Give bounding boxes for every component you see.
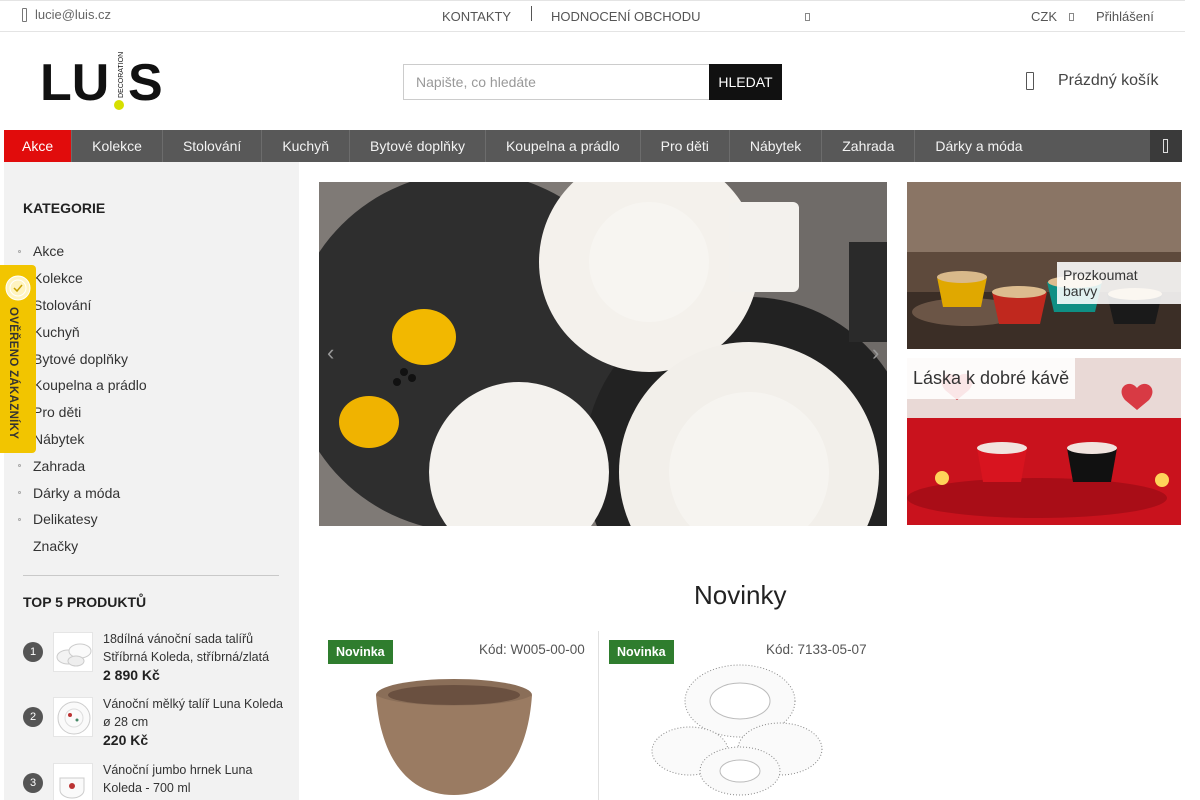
product-name[interactable]: Vánoční jumbo hrnek Luna Koleda - 700 ml: [103, 761, 283, 797]
verified-customers-badge[interactable]: OVĚŘENO ZÁKAZNÍKY: [0, 265, 36, 453]
currency-selector[interactable]: CZK: [1031, 9, 1057, 24]
badge-text: OVĚŘENO ZÁKAZNÍKY: [7, 307, 19, 440]
chevron-down-icon[interactable]: [1069, 13, 1074, 21]
hero-slider[interactable]: [319, 182, 887, 526]
main-nav: Akce Kolekce Stolování Kuchyň Bytové dop…: [4, 130, 1182, 162]
category-item[interactable]: Bytové doplňky: [18, 345, 147, 372]
top-products-title: TOP 5 PRODUKTŮ: [23, 594, 147, 610]
product-image[interactable]: [369, 677, 539, 800]
logo-text: LU: [40, 54, 109, 112]
product-thumbnail[interactable]: [53, 697, 93, 737]
logo-tagline: DECORATION: [118, 52, 125, 98]
nav-item-zahrada[interactable]: Zahrada: [822, 130, 916, 162]
rank-badge: 1: [23, 642, 43, 662]
product-thumbnail[interactable]: [53, 763, 93, 800]
product-card[interactable]: Novinka Kód: W005-00-00: [319, 631, 598, 800]
product-name[interactable]: Vánoční mělký talíř Luna Koleda ø 28 cm: [103, 695, 283, 731]
logo-letter: S: [128, 54, 163, 112]
nav-item-bytove-doplnky[interactable]: Bytové doplňky: [350, 130, 486, 162]
nav-more-button[interactable]: [1150, 130, 1182, 162]
nav-item-akce[interactable]: Akce: [4, 130, 73, 162]
hero-next-arrow[interactable]: ›: [872, 338, 882, 368]
sidebar: KATEGORIE Akce Kolekce Stolování Kuchyň …: [4, 162, 299, 800]
product-price: 220 Kč: [103, 732, 149, 748]
seal-icon: [5, 275, 31, 301]
product-thumbnail[interactable]: [53, 632, 93, 672]
product-name[interactable]: 18dílná vánoční sada talířů Stříbrná Kol…: [103, 630, 283, 666]
product-price: 2 890 Kč: [103, 667, 160, 683]
rank-badge: 2: [23, 707, 43, 727]
product-image[interactable]: [650, 651, 830, 800]
menu-icon: [1163, 139, 1168, 153]
search-bar: HLEDAT: [403, 64, 782, 100]
category-item[interactable]: Dárky a móda: [18, 479, 147, 506]
nav-item-kuchyn[interactable]: Kuchyň: [262, 130, 351, 162]
product-code: Kód: W005-00-00: [479, 642, 585, 657]
nav-item-stolovani[interactable]: Stolování: [163, 130, 263, 162]
cart[interactable]: Prázdný košík: [1026, 72, 1158, 90]
section-title-novinky: Novinky: [694, 580, 787, 610]
login-link[interactable]: Přihlášení: [1096, 9, 1154, 24]
product-card[interactable]: Novinka Kód: 7133-05-07: [600, 631, 879, 800]
category-item[interactable]: Kolekce: [18, 265, 147, 292]
nav-item-pro-deti[interactable]: Pro děti: [641, 130, 730, 162]
contact-email[interactable]: lucie@luis.cz: [22, 7, 111, 22]
hero-image: [319, 182, 887, 526]
nav-item-kolekce[interactable]: Kolekce: [72, 130, 163, 162]
site-logo[interactable]: LU DECORATION S: [40, 50, 164, 112]
nav-item-nabytek[interactable]: Nábytek: [730, 130, 823, 162]
cart-icon: [1026, 72, 1034, 90]
hero-prev-arrow[interactable]: ‹: [327, 338, 337, 368]
category-item[interactable]: Delikatesy: [18, 506, 147, 533]
top-product-item[interactable]: 2 Vánoční mělký talíř Luna Koleda ø 28 c…: [23, 695, 283, 755]
rank-badge: 3: [23, 773, 43, 793]
category-list: Akce Kolekce Stolování Kuchyň Bytové dop…: [18, 238, 147, 560]
category-item[interactable]: Stolování: [18, 292, 147, 319]
divider: [598, 631, 599, 800]
banner-coffee-love[interactable]: Láska k dobré kávě: [907, 358, 1181, 525]
link-contacts[interactable]: KONTAKTY: [442, 9, 511, 24]
nav-item-koupelna[interactable]: Koupelna a prádlo: [486, 130, 641, 162]
categories-title: KATEGORIE: [23, 200, 106, 216]
banner-coffee-label[interactable]: Láska k dobré kávě: [907, 358, 1076, 399]
category-item[interactable]: Koupelna a prádlo: [18, 372, 147, 399]
nav-item-darky[interactable]: Dárky a móda: [915, 130, 1042, 162]
category-item[interactable]: Kuchyň: [18, 318, 147, 345]
mail-icon: [22, 7, 27, 22]
divider: [531, 6, 532, 21]
banner-colors-label[interactable]: Prozkoumat barvy: [1057, 262, 1181, 304]
category-item[interactable]: Nábytek: [18, 426, 147, 453]
top-product-item[interactable]: 1 18dílná vánoční sada talířů Stříbrná K…: [23, 630, 279, 690]
search-input[interactable]: [403, 64, 709, 100]
banner-colors[interactable]: Prozkoumat barvy: [907, 182, 1181, 349]
category-item[interactable]: Akce: [18, 238, 147, 265]
category-item[interactable]: Značky: [18, 533, 147, 560]
logo-dot: [114, 100, 124, 110]
category-item[interactable]: Pro děti: [18, 399, 147, 426]
email-text[interactable]: lucie@luis.cz: [35, 7, 111, 22]
category-item[interactable]: Zahrada: [18, 452, 147, 479]
cart-label[interactable]: Prázdný košík: [1058, 72, 1158, 90]
top-product-item[interactable]: 3 Vánoční jumbo hrnek Luna Koleda - 700 …: [23, 761, 279, 800]
language-icon[interactable]: [805, 13, 810, 21]
link-shop-reviews[interactable]: HODNOCENÍ OBCHODU: [551, 9, 701, 24]
new-badge: Novinka: [328, 640, 393, 664]
divider: [23, 575, 279, 576]
search-button[interactable]: HLEDAT: [709, 64, 782, 100]
top-bar: lucie@luis.cz KONTAKTY HODNOCENÍ OBCHODU…: [0, 0, 1185, 32]
